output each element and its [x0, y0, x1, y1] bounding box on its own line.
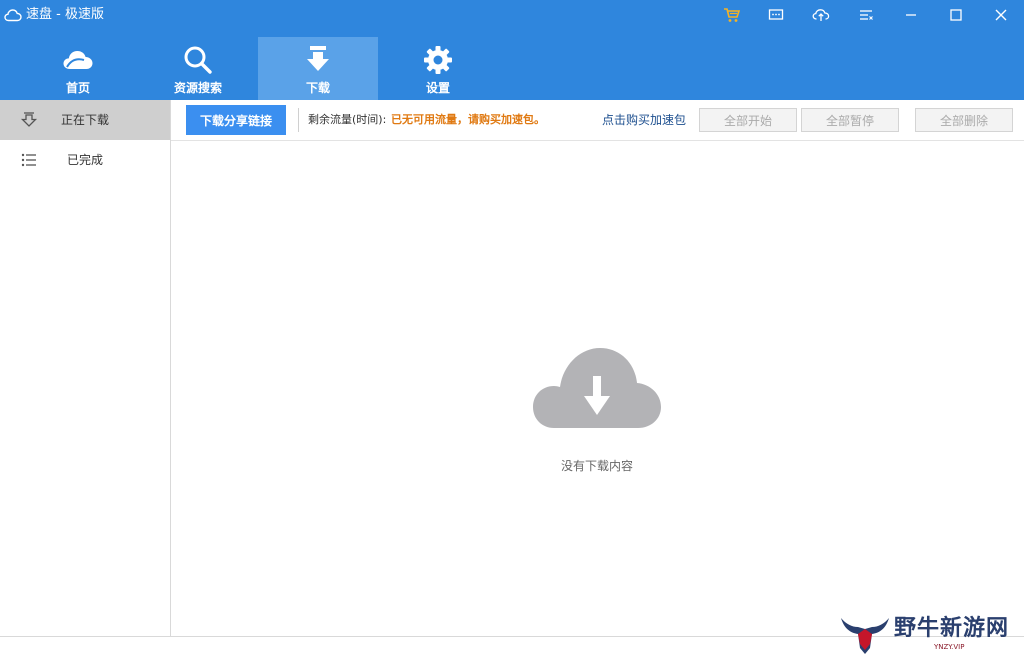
nav-item-settings[interactable]: 设置 — [378, 37, 498, 100]
nav-item-home[interactable]: 首页 — [18, 37, 138, 100]
downloading-icon — [20, 111, 38, 129]
watermark-logo: 野牛新游网 YNZY.VIP — [838, 612, 1024, 658]
watermark-text: 野牛新游网 — [894, 616, 1010, 641]
minimize-icon[interactable] — [900, 4, 922, 26]
sidebar: 正在下载 已完成 — [0, 100, 171, 636]
download-icon — [302, 44, 334, 76]
nav-item-search[interactable]: 资源搜索 — [138, 37, 258, 100]
nav-item-download[interactable]: 下载 — [258, 37, 378, 100]
menu-icon[interactable] — [855, 4, 877, 26]
nav-label-download: 下载 — [305, 81, 330, 95]
delete-all-button[interactable]: 全部删除 — [915, 108, 1013, 132]
maximize-icon[interactable] — [945, 4, 967, 26]
toolbar-divider — [298, 108, 299, 132]
traffic-label: 剩余流量(时间): — [308, 113, 387, 126]
buy-accelerator-link[interactable]: 点击购买加速包 — [602, 112, 686, 128]
traffic-value: 已无可用流量，请购买加速包。 — [391, 113, 545, 126]
list-icon — [20, 151, 38, 169]
header-bar: 速盘 - 极速版 首页 资源搜索 下载 设置 — [0, 0, 1024, 100]
sidebar-label-downloading: 正在下载 — [61, 113, 110, 127]
nav-label-home: 首页 — [65, 81, 90, 95]
main-nav: 首页 资源搜索 下载 设置 — [18, 37, 498, 100]
pause-all-button[interactable]: 全部暂停 — [801, 108, 899, 132]
sidebar-label-completed: 已完成 — [67, 153, 104, 167]
nav-label-search: 资源搜索 — [173, 81, 222, 95]
sidebar-item-completed[interactable]: 已完成 — [0, 140, 170, 180]
close-icon[interactable] — [990, 4, 1012, 26]
message-icon[interactable] — [765, 4, 787, 26]
title-bar[interactable]: 速盘 - 极速版 — [0, 0, 1024, 30]
gear-icon — [422, 44, 454, 76]
start-all-button[interactable]: 全部开始 — [699, 108, 797, 132]
download-toolbar: 下载分享链接 剩余流量(时间): 已无可用流量，请购买加速包。 点击购买加速包 … — [171, 100, 1024, 141]
search-icon — [182, 44, 214, 76]
empty-download-cloud-icon — [532, 346, 662, 430]
app-logo-icon — [4, 8, 22, 22]
watermark-sub: YNZY.VIP — [934, 643, 965, 651]
download-share-link-button[interactable]: 下载分享链接 — [186, 105, 286, 135]
sidebar-item-downloading[interactable]: 正在下载 — [0, 100, 170, 140]
app-title: 速盘 - 极速版 — [4, 7, 104, 23]
cart-icon[interactable] — [721, 4, 743, 26]
cloud-icon — [62, 44, 94, 76]
upload-icon[interactable] — [810, 4, 832, 26]
app-title-text: 速盘 - 极速版 — [26, 7, 104, 22]
nav-label-settings: 设置 — [425, 81, 450, 95]
bull-logo-icon — [841, 618, 889, 654]
empty-state-text: 没有下载内容 — [560, 459, 633, 473]
